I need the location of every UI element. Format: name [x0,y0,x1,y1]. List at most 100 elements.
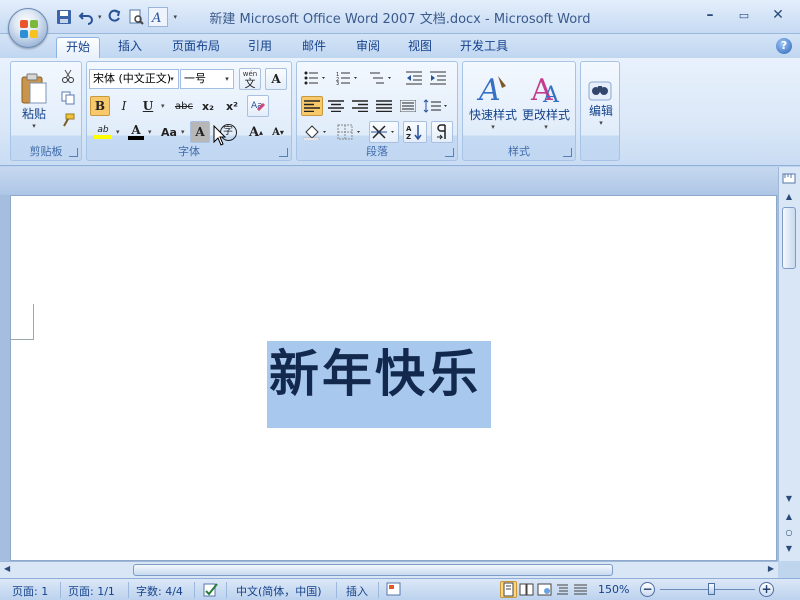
font-color-dropdown-icon[interactable]: ▾ [148,128,152,136]
tab-insert[interactable]: 插入 [108,37,152,58]
bold-button[interactable]: B [90,96,110,116]
view-ruler-button[interactable] [781,171,797,187]
phonetic-guide-button[interactable]: wén 文 [239,68,261,90]
title-separator: - [480,12,494,27]
distributed-button[interactable] [397,96,419,116]
tab-references[interactable]: 引用 [240,37,280,58]
select-browse-object-button[interactable]: ○ [781,525,797,541]
title-bar: ▾ A ▾ 新建 Microsoft Office Word 2007 文档.d… [0,0,800,34]
status-page-count[interactable]: 页面: 1/1 [68,583,115,599]
underline-dropdown-icon[interactable]: ▾ [161,102,165,110]
font-size-dropdown-icon[interactable]: ▾ [221,70,233,88]
tab-review[interactable]: 审阅 [346,37,390,58]
editing-button[interactable]: 编辑 ▾ [583,66,619,136]
align-right-button[interactable] [349,96,371,116]
maximize-button[interactable]: ▭ [728,4,760,26]
justify-button[interactable] [373,96,395,116]
line-spacing-button[interactable] [421,96,451,116]
font-size-value: 一号 [184,72,206,85]
character-border-button[interactable]: A [265,68,287,90]
font-color-button[interactable]: A [125,122,147,142]
svg-text:A: A [476,73,501,106]
decrease-indent-button[interactable] [403,68,425,88]
copy-button[interactable] [57,88,79,108]
macro-recording-button[interactable] [386,581,402,600]
zoom-level[interactable]: 150% [598,583,629,596]
styles-dialog-launcher[interactable] [563,148,572,157]
zoom-slider-thumb[interactable] [708,583,715,595]
help-button[interactable]: ? [776,38,792,54]
tab-developer[interactable]: 开发工具 [452,37,516,58]
chinese-layout-button[interactable] [369,121,399,143]
svg-text:A: A [406,125,412,133]
grow-font-button[interactable]: A ▴ [245,122,267,142]
paste-button[interactable]: 粘贴 ▾ [17,66,51,136]
scroll-left-button[interactable]: ◀ [4,564,10,573]
next-page-button[interactable]: ▼ [781,541,797,557]
sort-button[interactable]: AZ [403,121,427,143]
borders-button[interactable] [335,122,365,142]
vertical-scroll-thumb[interactable] [782,207,796,269]
format-painter-button[interactable] [57,110,79,130]
superscript-button[interactable]: x² [221,96,243,116]
tab-mailings[interactable]: 邮件 [292,37,336,58]
minimize-button[interactable]: – [694,4,726,26]
status-insert-mode[interactable]: 插入 [346,583,368,599]
strikethrough-button[interactable]: abc [171,96,197,116]
status-language[interactable]: 中文(简体，中国) [236,583,322,599]
font-dialog-launcher[interactable] [279,148,288,157]
vertical-scrollbar[interactable]: ▲ ▼ ▲ ○ ▼ [778,167,800,561]
font-name-combo[interactable]: 宋体 (中文正文) ▾ [89,69,179,89]
show-hide-marks-button[interactable] [431,121,453,143]
status-word-count[interactable]: 字数: 4/4 [136,583,183,599]
change-styles-button[interactable]: AA 更改样式 ▾ [519,66,573,136]
clear-formatting-button[interactable]: Aa [247,95,269,117]
subscript-button[interactable]: x₂ [197,96,219,116]
tab-home[interactable]: 开始 [56,37,100,58]
web-layout-view-button[interactable] [536,581,553,598]
character-shading-button[interactable]: A [190,121,210,143]
highlight-dropdown-icon[interactable]: ▾ [116,128,120,136]
draft-view-button[interactable] [572,581,589,598]
font-size-combo[interactable]: 一号 ▾ [180,69,234,89]
align-center-button[interactable] [325,96,347,116]
document-heading[interactable]: 新年快乐 [267,341,491,428]
zoom-out-button[interactable]: − [640,582,655,597]
status-page[interactable]: 页面: 1 [12,583,48,599]
tab-page-layout[interactable]: 页面布局 [164,37,228,58]
scroll-down-button[interactable]: ▼ [781,491,797,507]
close-button[interactable]: ✕ [762,4,794,26]
quick-styles-button[interactable]: A 快速样式 ▾ [467,66,519,136]
full-screen-reading-button[interactable] [518,581,535,598]
paragraph-mark-icon [437,124,446,140]
font-name-dropdown-icon[interactable]: ▾ [166,70,178,88]
tab-view[interactable]: 视图 [398,37,442,58]
group-styles: A 快速样式 ▾ AA 更改样式 ▾ 样式 [462,61,576,161]
multilevel-list-button[interactable] [367,68,397,88]
horizontal-scroll-thumb[interactable] [133,564,613,576]
scroll-right-button[interactable]: ▶ [768,564,774,573]
zoom-in-button[interactable]: + [759,582,774,597]
highlight-button[interactable]: ab [90,122,116,142]
increase-indent-button[interactable] [427,68,449,88]
outline-view-button[interactable] [554,581,571,598]
print-layout-view-button[interactable] [500,581,517,598]
bullets-button[interactable] [301,68,331,88]
scroll-up-button[interactable]: ▲ [781,189,797,205]
cut-button[interactable] [57,66,79,86]
office-button[interactable] [8,8,48,48]
change-case-dropdown-icon[interactable]: ▾ [181,128,185,136]
paragraph-dialog-launcher[interactable] [445,148,454,157]
previous-page-button[interactable]: ▲ [781,509,797,525]
shading-button[interactable] [301,122,331,142]
clipboard-dialog-launcher[interactable] [69,148,78,157]
numbering-button[interactable]: 123 [333,68,363,88]
shrink-font-button[interactable]: A ▾ [267,122,289,142]
print-layout-icon [503,582,514,597]
proofing-status-button[interactable] [202,581,220,600]
align-left-button[interactable] [301,96,323,116]
italic-button[interactable]: I [113,96,135,116]
underline-button[interactable]: U [137,96,159,116]
change-case-button[interactable]: Aa [157,122,181,142]
horizontal-scrollbar[interactable]: ◀ ▶ [0,561,778,578]
